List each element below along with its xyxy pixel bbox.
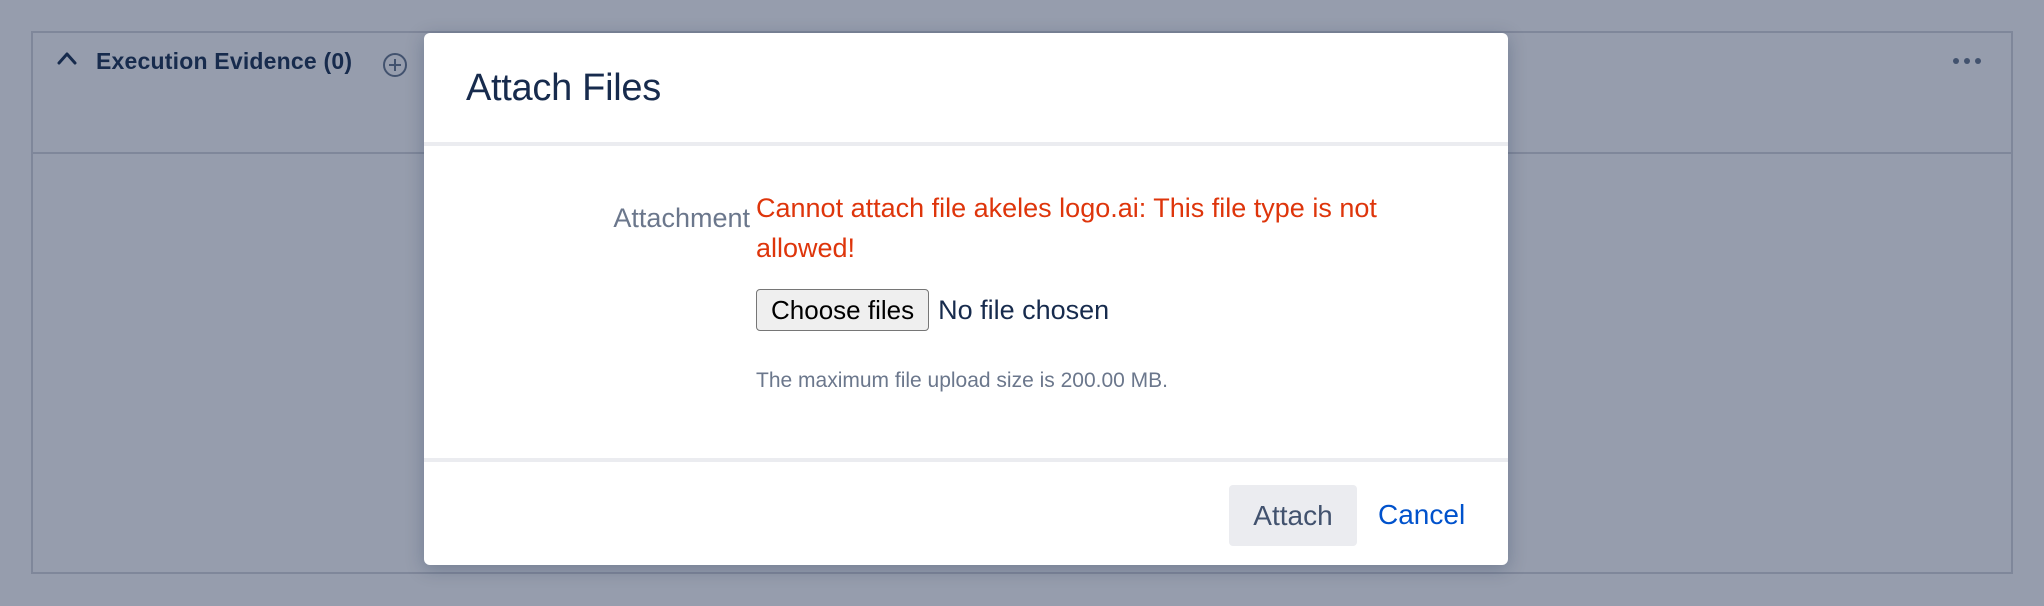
attach-files-dialog: Attach Files Attachment Cannot attach fi… [424,33,1508,565]
choose-files-button[interactable]: Choose files [756,289,930,331]
footer-divider [424,458,1508,462]
upload-size-help: The maximum file upload size is 200.00 M… [756,369,1169,392]
file-input[interactable]: Choose files No file chosen [756,289,1109,331]
no-file-chosen-text: No file chosen [938,294,1110,325]
error-message: Cannot attach file akeles logo.ai: This … [756,193,1377,263]
header-divider [424,142,1508,146]
chevron-up-icon[interactable] [56,50,78,66]
more-horizontal-icon[interactable] [1952,56,1982,66]
attach-button[interactable]: Attach [1229,485,1357,546]
attachment-label: Attachment [613,203,750,233]
add-circle-icon[interactable] [382,52,408,78]
cancel-button[interactable]: Cancel [1378,499,1465,531]
dialog-title: Attach Files [466,67,661,109]
section-title: Execution Evidence (0) [96,48,353,74]
